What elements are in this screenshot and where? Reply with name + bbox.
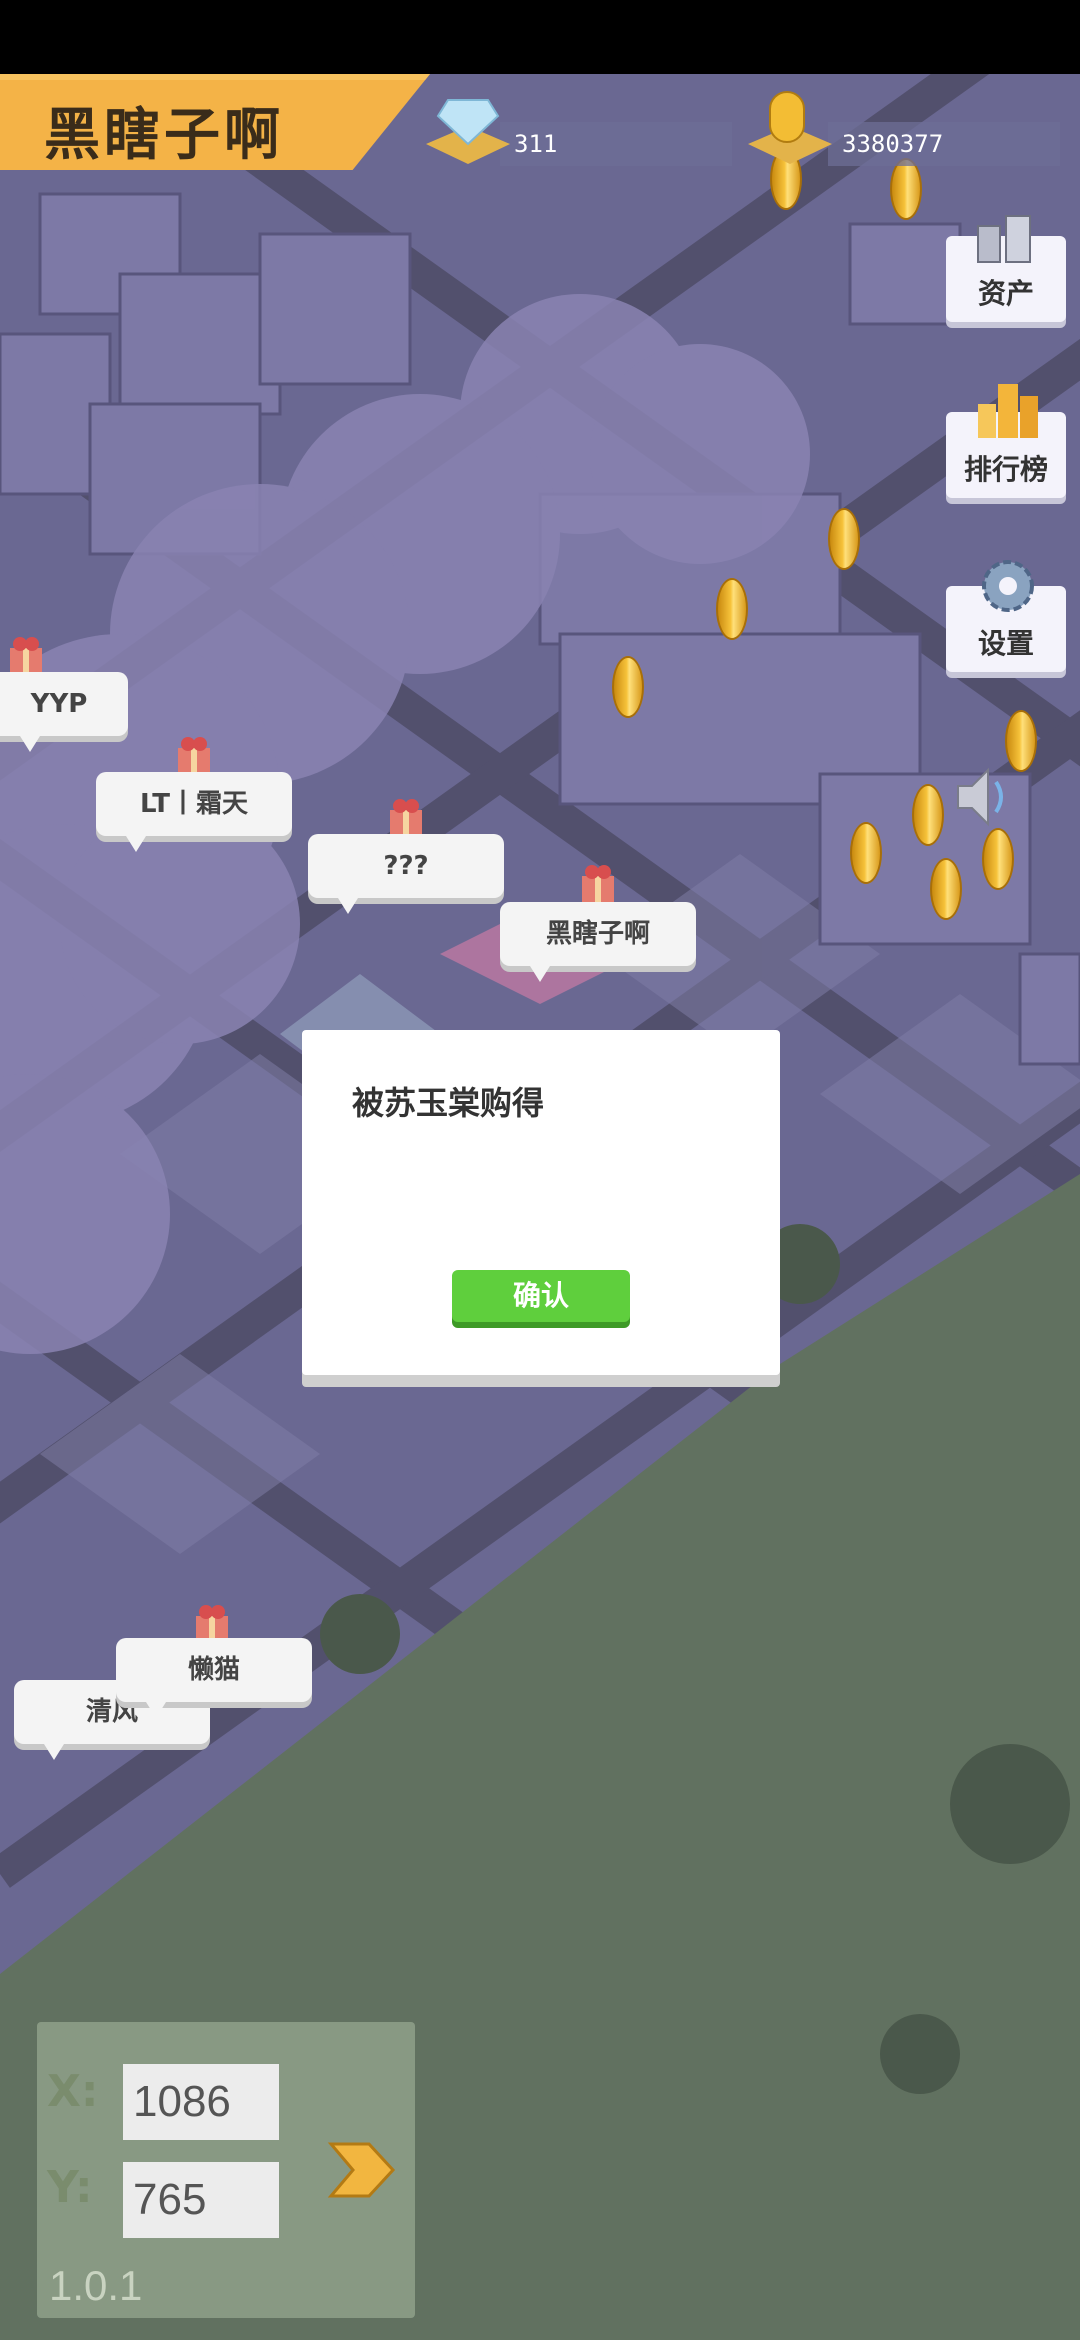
coin-icon[interactable] bbox=[850, 822, 882, 884]
assets-button[interactable]: 资产 bbox=[946, 215, 1066, 322]
player-bubble-label: ??? bbox=[383, 851, 429, 881]
status-bar bbox=[0, 0, 1080, 74]
leaderboard-button[interactable]: 排行榜 bbox=[946, 384, 1066, 498]
coin-stack-icon bbox=[744, 82, 834, 172]
arrow-right-icon bbox=[327, 2142, 396, 2198]
sound-icon[interactable] bbox=[952, 762, 1012, 832]
player-bubble[interactable]: ??? bbox=[308, 834, 504, 914]
coin-icon[interactable] bbox=[982, 828, 1014, 890]
y-label: Y: bbox=[47, 2162, 93, 2213]
diamond-count: 311 bbox=[514, 130, 558, 158]
coin-counter: 3380377 bbox=[828, 122, 1060, 166]
coin-icon[interactable] bbox=[828, 508, 860, 570]
player-bubble-label: LT丨霜天 bbox=[140, 789, 248, 819]
purchase-dialog: 被苏玉棠购得 确认 bbox=[302, 1030, 780, 1375]
diamond-counter: 311 bbox=[500, 122, 732, 166]
gift-icon bbox=[580, 862, 616, 904]
go-arrow-button[interactable] bbox=[325, 2134, 397, 2206]
gift-icon bbox=[176, 734, 212, 776]
player-bubble[interactable]: 黑瞎子啊 bbox=[500, 902, 696, 982]
assets-icon bbox=[972, 206, 1042, 270]
player-bubble-label: 懒猫 bbox=[187, 1655, 240, 1685]
coordinate-panel: X: Y: 1.0.1 bbox=[37, 2022, 415, 2318]
coin-icon[interactable] bbox=[912, 784, 944, 846]
leaderboard-icon bbox=[974, 376, 1044, 444]
coin-count: 3380377 bbox=[842, 130, 944, 158]
player-name-plate: 黑瞎子啊 bbox=[0, 74, 430, 170]
x-label: X: bbox=[47, 2066, 99, 2117]
gear-icon bbox=[978, 556, 1038, 620]
player-bubble-label: 黑瞎子啊 bbox=[545, 919, 650, 949]
settings-button[interactable]: 设置 bbox=[946, 560, 1066, 672]
y-coordinate-input[interactable] bbox=[123, 2162, 279, 2238]
top-bar: 黑瞎子啊 311 3380377 bbox=[0, 74, 1080, 170]
assets-label: 资产 bbox=[977, 277, 1034, 310]
x-coordinate-input[interactable] bbox=[123, 2064, 279, 2140]
player-bubble[interactable]: YYP bbox=[0, 672, 128, 752]
confirm-button[interactable]: 确认 bbox=[452, 1270, 630, 1322]
version-label: 1.0.1 bbox=[49, 2262, 143, 2309]
coin-icon[interactable] bbox=[930, 858, 962, 920]
diamond-icon bbox=[422, 88, 512, 172]
settings-label: 设置 bbox=[977, 627, 1034, 660]
coin-icon[interactable] bbox=[612, 656, 644, 718]
player-bubble[interactable]: LT丨霜天 bbox=[96, 772, 292, 852]
player-name: 黑瞎子啊 bbox=[44, 103, 284, 168]
player-bubble-label: YYP bbox=[30, 689, 88, 719]
dialog-message: 被苏玉棠购得 bbox=[352, 1084, 545, 1122]
gift-icon bbox=[8, 634, 44, 676]
gift-icon bbox=[388, 796, 424, 838]
coin-icon[interactable] bbox=[716, 578, 748, 640]
player-bubble[interactable]: 懒猫 bbox=[116, 1638, 312, 1718]
leaderboard-label: 排行榜 bbox=[963, 453, 1048, 486]
